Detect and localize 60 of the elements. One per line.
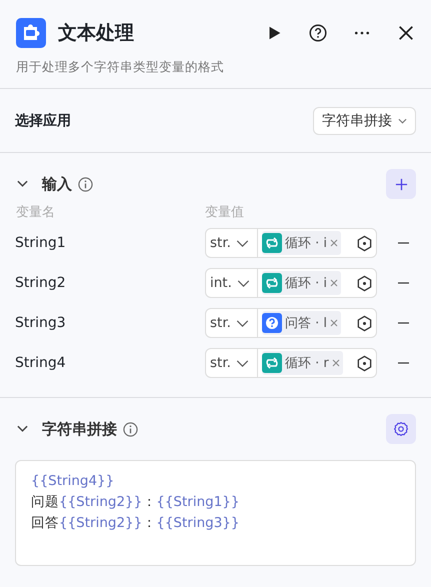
remove-icon[interactable]	[332, 359, 340, 367]
variable-tag: 循环 · r	[262, 351, 343, 375]
variable-name: String2	[15, 275, 67, 291]
variable-tag: 问答 · l	[262, 311, 342, 335]
variable-name: String4	[15, 355, 67, 371]
type-dropdown[interactable]: str.	[206, 309, 258, 337]
minus-icon[interactable]	[398, 362, 409, 364]
remove-icon[interactable]	[330, 279, 338, 287]
section-title: 输入	[42, 174, 72, 194]
minus-icon[interactable]	[398, 282, 409, 284]
template-line: {{String4}}	[31, 472, 116, 491]
variable-value-field[interactable]: str. 循环 · r	[205, 348, 377, 378]
info-icon	[123, 422, 138, 436]
target-icon[interactable]	[356, 274, 373, 292]
variable-value-field[interactable]: int. 循环 · i	[205, 268, 377, 298]
remove-icon[interactable]	[330, 239, 338, 247]
type-dropdown[interactable]: str.	[206, 229, 258, 257]
question-icon	[262, 313, 282, 333]
section-title: 字符串拼接	[42, 420, 117, 438]
column-header: 变量值	[205, 204, 244, 222]
template-line: 问题{{String2}}：{{String1}}	[31, 493, 240, 512]
help-icon[interactable]	[309, 24, 327, 42]
type-dropdown[interactable]: int.	[206, 269, 258, 297]
select-app-label: 选择应用	[15, 112, 71, 130]
node-description: 用于处理多个字符串类型变量的格式	[15, 58, 225, 76]
target-icon[interactable]	[356, 354, 373, 372]
minus-icon[interactable]	[398, 322, 409, 324]
template-line: 回答{{String2}}：{{String3}}	[31, 514, 240, 533]
variable-tag: 循环 · i	[262, 231, 342, 255]
variable-value-field[interactable]: str. 问答 · l	[205, 308, 377, 338]
loop-icon	[262, 353, 282, 373]
chevron-icon[interactable]	[17, 180, 28, 188]
settings-button[interactable]	[386, 414, 416, 444]
app-logo-icon	[16, 18, 46, 48]
minus-icon[interactable]	[398, 242, 409, 244]
chevron-icon[interactable]	[17, 425, 28, 433]
close-icon[interactable]	[397, 24, 415, 42]
variable-tag: 循环 · i	[262, 271, 342, 295]
info-icon	[78, 176, 93, 192]
remove-icon[interactable]	[330, 319, 338, 327]
target-icon[interactable]	[356, 314, 373, 332]
column-header: 变量名	[16, 204, 56, 222]
loop-icon	[262, 233, 282, 253]
chevron-icon	[236, 240, 249, 246]
type-dropdown[interactable]: str.	[206, 349, 258, 377]
plus-icon	[394, 178, 408, 190]
chevron-icon	[236, 280, 250, 286]
variable-name: String3	[15, 315, 67, 331]
template-editor[interactable]: {{String4}} 问题{{String2}}：{{String1}} 回答{{String2}}：{{String3}}	[15, 460, 416, 566]
add-button[interactable]	[386, 169, 416, 199]
app-dropdown[interactable]: 字符串拼接	[313, 106, 416, 134]
chevron-icon	[398, 118, 407, 124]
target-icon[interactable]	[356, 234, 373, 252]
settings-icon	[393, 421, 409, 437]
variable-value-field[interactable]: str. 循环 · i	[205, 228, 377, 258]
window-title: 文本处理	[58, 20, 134, 46]
loop-icon	[262, 273, 282, 293]
chevron-icon	[236, 360, 249, 366]
chevron-icon	[236, 320, 249, 326]
variable-name: String1	[15, 235, 67, 251]
